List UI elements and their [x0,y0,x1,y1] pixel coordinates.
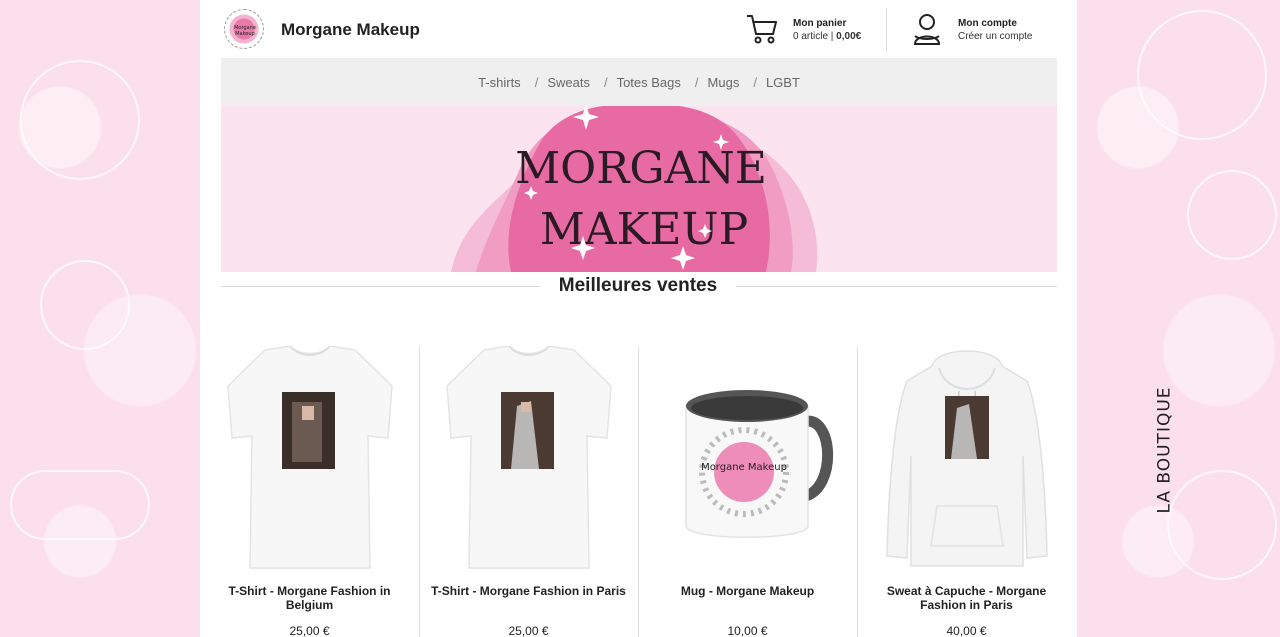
product-card[interactable]: T-Shirt - Morgane Fashion in Belgium 25,… [200,346,419,637]
product-price: 40,00 € [946,624,987,637]
nav-item-totes-bags[interactable]: Totes Bags [617,75,681,90]
category-nav: T-shirts / Sweats / Totes Bags / Mugs / … [221,58,1057,106]
nav-separator: / [753,74,757,90]
product-name[interactable]: Mug - Morgane Makeup [644,584,851,598]
product-name[interactable]: T-Shirt - Morgane Fashion in Belgium [206,584,413,612]
account-title: Mon compte [958,18,1017,29]
shop-logo[interactable]: Morgane Makeup [224,9,264,49]
banner-artwork: MORGANE MAKEUP [451,106,818,272]
shop-name[interactable]: Morgane Makeup [281,20,420,40]
nav-item-mugs[interactable]: Mugs [708,75,740,90]
product-price: 10,00 € [727,624,768,637]
product-image-hoodie[interactable] [877,346,1057,571]
product-image-tshirt[interactable] [220,346,400,571]
product-card[interactable]: Sweat à Capuche - Morgane Fashion in Par… [857,346,1076,637]
product-image-tshirt[interactable] [439,346,619,571]
site-header: Morgane Makeup Morgane Makeup Mon panier… [200,0,1077,58]
product-card[interactable]: Morgane Makeup Mug - Morgane Makeup 10,0… [638,346,857,637]
create-account-link[interactable]: Créer un compte [958,30,1032,43]
hero-banner[interactable]: MORGANE MAKEUP [221,106,1057,272]
cart-summary[interactable]: Mon panier 0 article | 0,00€ [793,17,861,43]
header-divider [886,8,887,52]
product-image-mug[interactable]: Morgane Makeup [658,346,838,571]
nav-item-sweats[interactable]: Sweats [547,75,590,90]
cart-title: Mon panier [793,18,847,29]
best-sellers-title: Meilleures ventes [540,273,736,299]
svg-text:Makeup: Makeup [235,31,255,37]
right-decorative-background [1077,0,1280,637]
product-card[interactable]: T-Shirt - Morgane Fashion in Paris 25,00… [419,346,638,637]
cart-details: 0 article | 0,00€ [793,31,862,42]
left-decorative-background [0,0,200,637]
nav-item-tshirts[interactable]: T-shirts [478,75,521,90]
main-content: Morgane Makeup Morgane Makeup Mon panier… [200,0,1077,637]
banner-title-line1: MORGANE [515,143,767,194]
nav-separator: / [534,74,539,90]
cart-icon[interactable] [745,12,779,46]
nav-separator: / [603,74,608,90]
svg-text:Morgane Makeup: Morgane Makeup [701,462,787,473]
product-name[interactable]: Sweat à Capuche - Morgane Fashion in Par… [863,584,1070,612]
banner-title-line2: MAKEUP [540,204,749,255]
nav-separator: / [694,74,699,90]
product-name[interactable]: T-Shirt - Morgane Fashion in Paris [425,584,632,598]
product-divider [419,346,420,637]
account-summary[interactable]: Mon compte Créer un compte [958,17,1032,43]
product-divider [857,346,858,637]
product-price: 25,00 € [508,624,549,637]
product-price: 25,00 € [289,624,330,637]
product-grid: T-Shirt - Morgane Fashion in Belgium 25,… [200,346,1077,637]
nav-item-lgbt[interactable]: LGBT [766,75,800,90]
account-icon[interactable] [912,12,942,46]
product-divider [638,346,639,637]
boutique-side-label: LA BOUTIQUE [1155,386,1176,514]
